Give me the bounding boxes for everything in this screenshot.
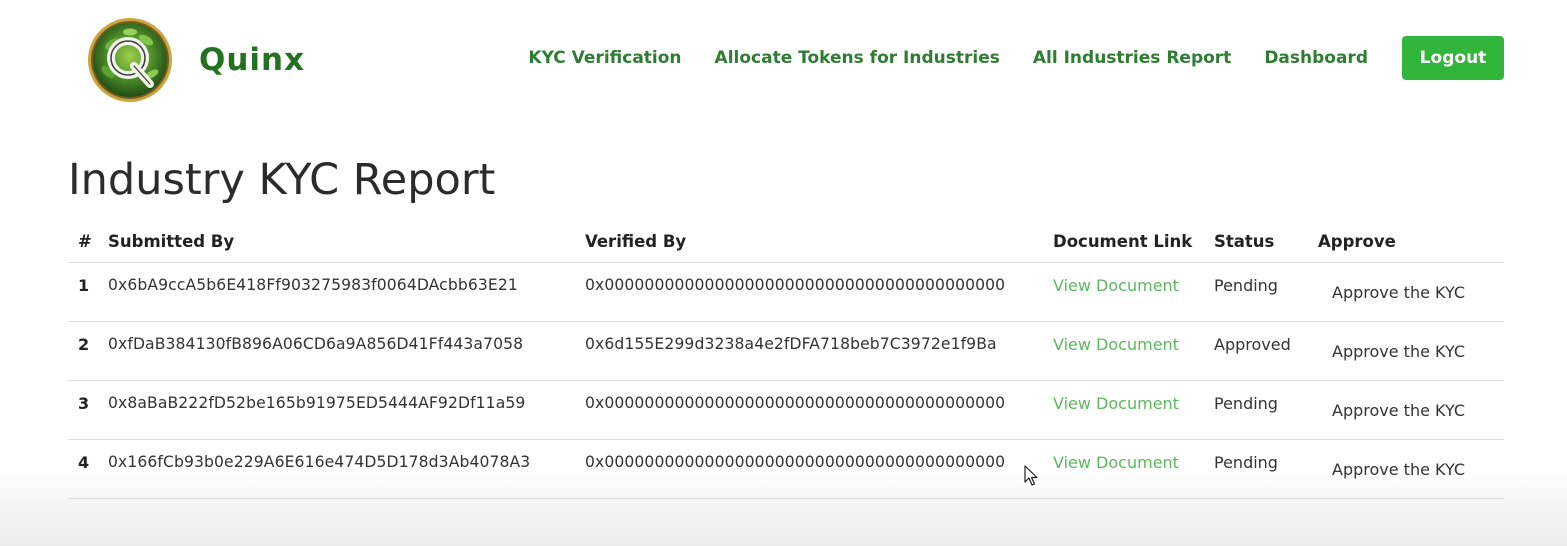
quinx-logo-icon [88,18,172,102]
verified-by-address: 0x00000000000000000000000000000000000000… [585,262,1053,322]
approve-cell: Approve the KYC [1318,380,1504,440]
row-number: 3 [68,380,108,440]
approve-kyc-button[interactable]: Approve the KYC [1332,401,1465,420]
status-text: Approved [1214,321,1318,381]
row-number: 2 [68,321,108,381]
navbar: Quinx KYC Verification Allocate Tokens f… [0,0,1567,118]
nav-allocate-tokens[interactable]: Allocate Tokens for Industries [715,48,1000,68]
approve-cell: Approve the KYC [1318,439,1504,499]
approve-kyc-button[interactable]: Approve the KYC [1332,460,1465,479]
table-header-row: # Submitted By Verified By Document Link… [68,220,1504,263]
header-verified-by: Verified By [585,220,1053,263]
view-document-link[interactable]: View Document [1053,335,1179,354]
document-link-cell: View Document [1053,321,1214,381]
view-document-link[interactable]: View Document [1053,394,1179,413]
document-link-cell: View Document [1053,380,1214,440]
header-status: Status [1214,220,1318,263]
approve-cell: Approve the KYC [1318,321,1504,381]
status-text: Pending [1214,262,1318,322]
header-submitted-by: Submitted By [108,220,585,263]
approve-kyc-button[interactable]: Approve the KYC [1332,283,1465,302]
status-text: Pending [1214,380,1318,440]
view-document-link[interactable]: View Document [1053,276,1179,295]
nav-kyc-verification[interactable]: KYC Verification [528,48,681,68]
submitted-by-address: 0x6bA9ccA5b6E418Ff903275983f0064DAcbb63E… [108,262,585,322]
nav-all-industries-report[interactable]: All Industries Report [1033,48,1231,68]
brand-name: Quinx [199,42,306,78]
approve-cell: Approve the KYC [1318,262,1504,322]
approve-kyc-button[interactable]: Approve the KYC [1332,342,1465,361]
submitted-by-address: 0xfDaB384130fB896A06CD6a9A856D41Ff443a70… [108,321,585,381]
logout-button[interactable]: Logout [1402,36,1504,80]
submitted-by-address: 0x166fCb93b0e229A6E616e474D5D178d3Ab4078… [108,439,585,499]
table-row: 2 0xfDaB384130fB896A06CD6a9A856D41Ff443a… [68,321,1504,381]
view-document-link[interactable]: View Document [1053,453,1179,472]
table-row: 1 0x6bA9ccA5b6E418Ff903275983f0064DAcbb6… [68,262,1504,322]
main-nav: KYC Verification Allocate Tokens for Ind… [528,36,1504,80]
table-row: 3 0x8aBaB222fD52be165b91975ED5444AF92Df1… [68,380,1504,440]
mouse-cursor-icon [1024,465,1038,486]
row-number: 4 [68,439,108,499]
page-title: Industry KYC Report [68,155,496,205]
document-link-cell: View Document [1053,262,1214,322]
verified-by-address: 0x00000000000000000000000000000000000000… [585,380,1053,440]
verified-by-address: 0x6d155E299d3238a4e2fDFA718beb7C3972e1f9… [585,321,1053,381]
header-document-link: Document Link [1053,220,1214,263]
status-text: Pending [1214,439,1318,499]
verified-by-address: 0x00000000000000000000000000000000000000… [585,439,1053,499]
table-row: 4 0x166fCb93b0e229A6E616e474D5D178d3Ab40… [68,439,1504,499]
nav-dashboard[interactable]: Dashboard [1264,48,1368,68]
header-num: # [68,220,108,263]
row-number: 1 [68,262,108,322]
kyc-report-table: # Submitted By Verified By Document Link… [68,220,1504,499]
document-link-cell: View Document [1053,439,1214,499]
submitted-by-address: 0x8aBaB222fD52be165b91975ED5444AF92Df11a… [108,380,585,440]
header-approve: Approve [1318,220,1504,263]
brand-home-link[interactable]: Quinx [86,16,305,104]
